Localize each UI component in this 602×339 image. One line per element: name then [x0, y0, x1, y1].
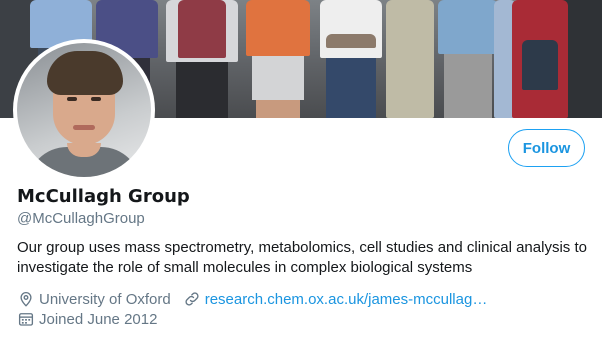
profile-bio: Our group uses mass spectrometry, metabo… [17, 239, 587, 276]
link-icon [183, 290, 201, 308]
profile-avatar[interactable] [13, 39, 155, 181]
profile-joined-row: Joined June 2012 [17, 309, 157, 329]
profile-website-link[interactable]: research.chem.ox.ac.uk/james-mccullag… [205, 291, 488, 308]
avatar-photo [17, 43, 151, 177]
profile-meta-row: University of Oxford research.chem.ox.ac… [17, 289, 487, 309]
profile-joined-date: Joined June 2012 [39, 310, 158, 328]
profile-page: Follow McCullagh Group @McCullaghGroup O… [0, 0, 602, 339]
calendar-icon [17, 310, 35, 328]
profile-name: McCullagh Group [17, 186, 190, 207]
follow-button[interactable]: Follow [508, 129, 585, 167]
location-pin-icon [17, 290, 35, 308]
profile-handle: @McCullaghGroup [17, 210, 145, 227]
profile-location: University of Oxford [39, 290, 171, 308]
